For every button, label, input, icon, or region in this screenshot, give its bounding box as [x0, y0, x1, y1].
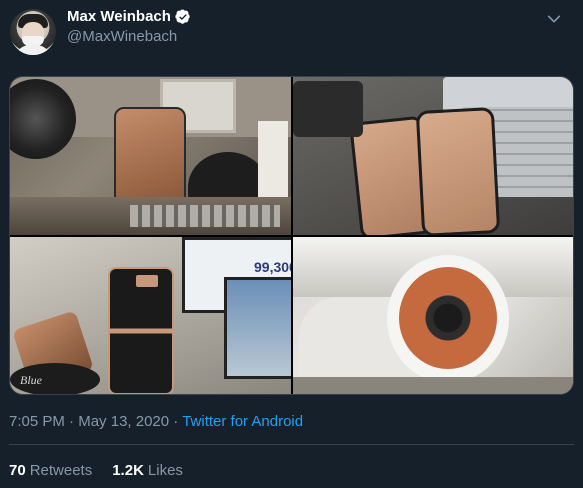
- display-name[interactable]: Max Weinbach: [67, 8, 171, 25]
- avatar-body: [14, 45, 52, 55]
- monitor-number: 99,300: [254, 259, 291, 275]
- timestamp-row: 7:05 PM · May 13, 2020 · Twitter for And…: [9, 413, 303, 430]
- likes-stat[interactable]: 1.2K Likes: [112, 462, 183, 479]
- likes-label: Likes: [147, 462, 183, 479]
- table-edge: [293, 377, 573, 394]
- likes-count: 1.2K: [112, 462, 144, 479]
- phone-stack: [293, 81, 363, 137]
- retweets-count: 70: [9, 462, 26, 479]
- retweets-stat[interactable]: 70 Retweets: [9, 462, 92, 479]
- laptop-screen: [224, 277, 291, 379]
- photo-1[interactable]: [10, 77, 291, 235]
- chevron-down-icon: [547, 15, 561, 23]
- separator: ·: [69, 413, 75, 430]
- tweet-time[interactable]: 7:05 PM: [9, 413, 65, 430]
- media-grid: 99,300 Blue: [9, 76, 574, 395]
- photo-2[interactable]: [293, 77, 573, 235]
- retweets-label: Retweets: [29, 462, 93, 479]
- cover-screen: [136, 275, 158, 287]
- tweet-date[interactable]: May 13, 2020: [78, 413, 169, 430]
- more-options-button[interactable]: [543, 8, 565, 30]
- author-handle[interactable]: @MaxWinebach: [67, 28, 177, 45]
- book: [258, 121, 288, 201]
- avatar[interactable]: [10, 9, 56, 55]
- photo-4[interactable]: [293, 237, 573, 394]
- divider: [9, 444, 574, 445]
- verified-badge-icon: [175, 8, 190, 24]
- separator: ·: [173, 413, 179, 430]
- speaker-logo: Blue: [20, 373, 42, 387]
- circuit-board: [399, 267, 497, 369]
- photo-3[interactable]: 99,300 Blue: [10, 237, 291, 394]
- cables: [130, 205, 280, 227]
- engagement-stats: 70 Retweets 1.2K Likes: [9, 462, 183, 479]
- author-name-row[interactable]: Max Weinbach: [67, 8, 191, 25]
- phone-right: [415, 107, 501, 235]
- tweet-source-link[interactable]: Twitter for Android: [182, 413, 303, 430]
